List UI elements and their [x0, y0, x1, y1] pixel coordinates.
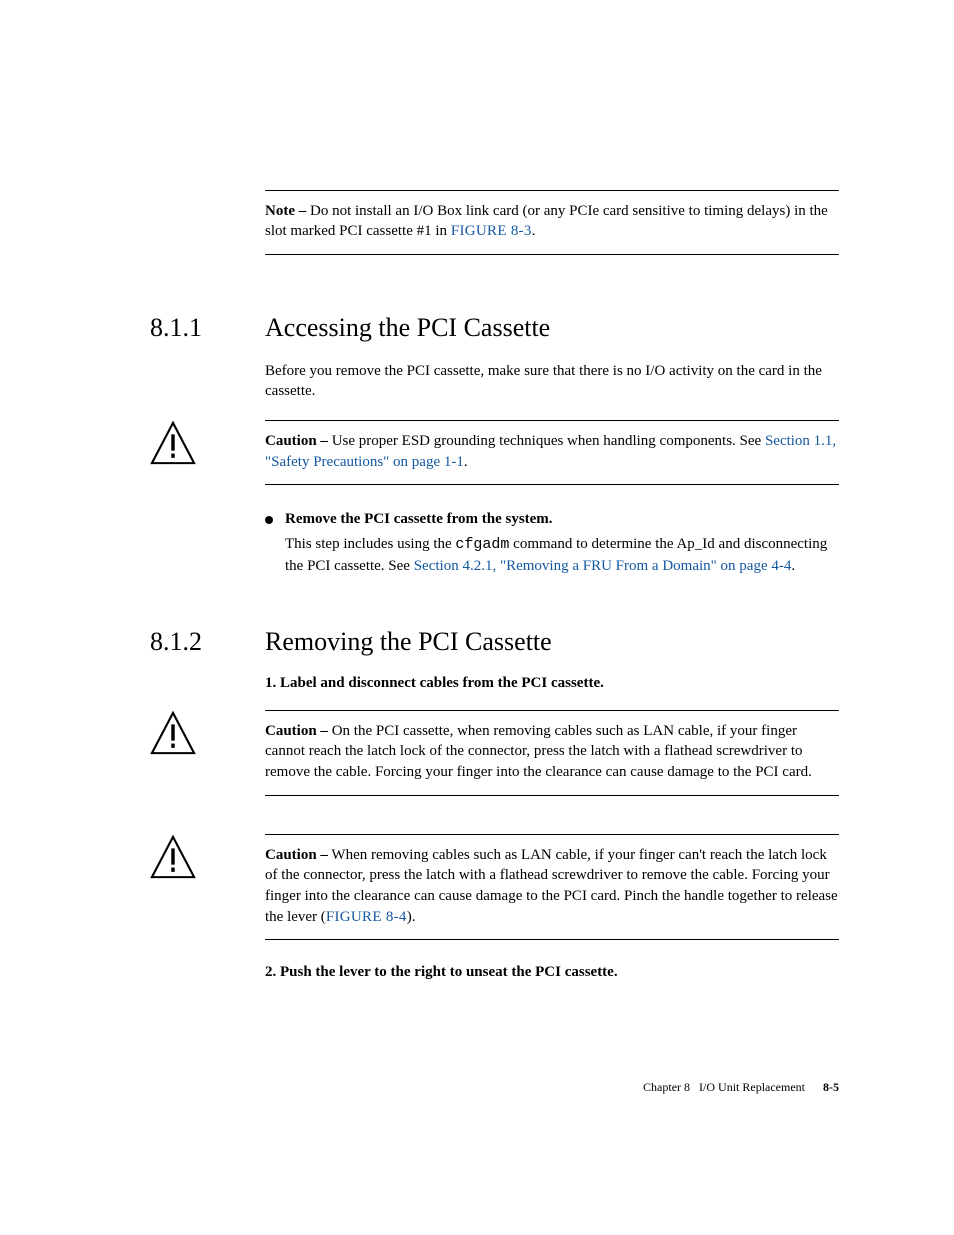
caution1-text-b: .: [464, 454, 468, 470]
bullet-step: Remove the PCI cassette from the system.…: [265, 511, 839, 576]
caution-label: Caution –: [265, 723, 328, 739]
bullet-code: cfgadm: [455, 536, 509, 553]
bullet-body-c: .: [791, 558, 795, 574]
section-number: 8.1.2: [150, 627, 265, 657]
section-title: Removing the PCI Cassette: [265, 627, 552, 657]
caution-block-3: Caution – When removing cables such as L…: [150, 834, 839, 941]
section1-intro: Before you remove the PCI cassette, make…: [265, 361, 839, 402]
step-2: 2. Push the lever to the right to unseat…: [265, 964, 839, 981]
bullet-body: This step includes using the cfgadm comm…: [285, 534, 839, 576]
caution1-text-a: Use proper ESD grounding techniques when…: [328, 433, 765, 449]
page: Note – Do not install an I/O Box link ca…: [0, 0, 954, 1235]
caution-block-2: Caution – On the PCI cassette, when remo…: [150, 710, 839, 796]
note-block: Note – Do not install an I/O Box link ca…: [265, 190, 839, 255]
caution2-text: On the PCI cassette, when removing cable…: [265, 723, 812, 780]
footer-title: I/O Unit Replacement: [699, 1080, 805, 1094]
footer-chapter: Chapter 8: [643, 1080, 690, 1094]
caution-icon: [150, 420, 196, 466]
section-title: Accessing the PCI Cassette: [265, 313, 550, 343]
footer-page: 8-5: [823, 1080, 839, 1094]
bullet-link[interactable]: Section 4.2.1, "Removing a FRU From a Do…: [414, 558, 792, 574]
note-label: Note –: [265, 203, 306, 219]
caution-label: Caution –: [265, 433, 328, 449]
caution3-link[interactable]: FIGURE 8-4: [326, 909, 407, 925]
bullet-title: Remove the PCI cassette from the system.: [285, 511, 553, 528]
bullet-icon: [265, 516, 273, 524]
note-text-a: Do not install an I/O Box link card (or …: [265, 203, 828, 239]
caution-block-1: Caution – Use proper ESD grounding techn…: [150, 420, 839, 485]
caution3-text-b: ).: [407, 909, 416, 925]
bullet-body-a: This step includes using the: [285, 536, 455, 552]
note-text-b: .: [532, 223, 536, 239]
bullet-head: Remove the PCI cassette from the system.: [265, 511, 839, 528]
section-number: 8.1.1: [150, 313, 265, 343]
page-footer: Chapter 8 I/O Unit Replacement 8-5: [643, 1080, 839, 1095]
caution-text-3: Caution – When removing cables such as L…: [265, 834, 839, 941]
caution-icon: [150, 710, 196, 756]
section-header-811: 8.1.1 Accessing the PCI Cassette: [150, 313, 839, 343]
note-figure-link[interactable]: FIGURE 8-3: [451, 223, 532, 239]
caution-icon: [150, 834, 196, 880]
section-header-812: 8.1.2 Removing the PCI Cassette: [150, 627, 839, 657]
caution-label: Caution –: [265, 847, 328, 863]
caution-text-2: Caution – On the PCI cassette, when remo…: [265, 710, 839, 796]
step-1: 1. Label and disconnect cables from the …: [265, 675, 839, 692]
caution-text-1: Caution – Use proper ESD grounding techn…: [265, 420, 839, 485]
